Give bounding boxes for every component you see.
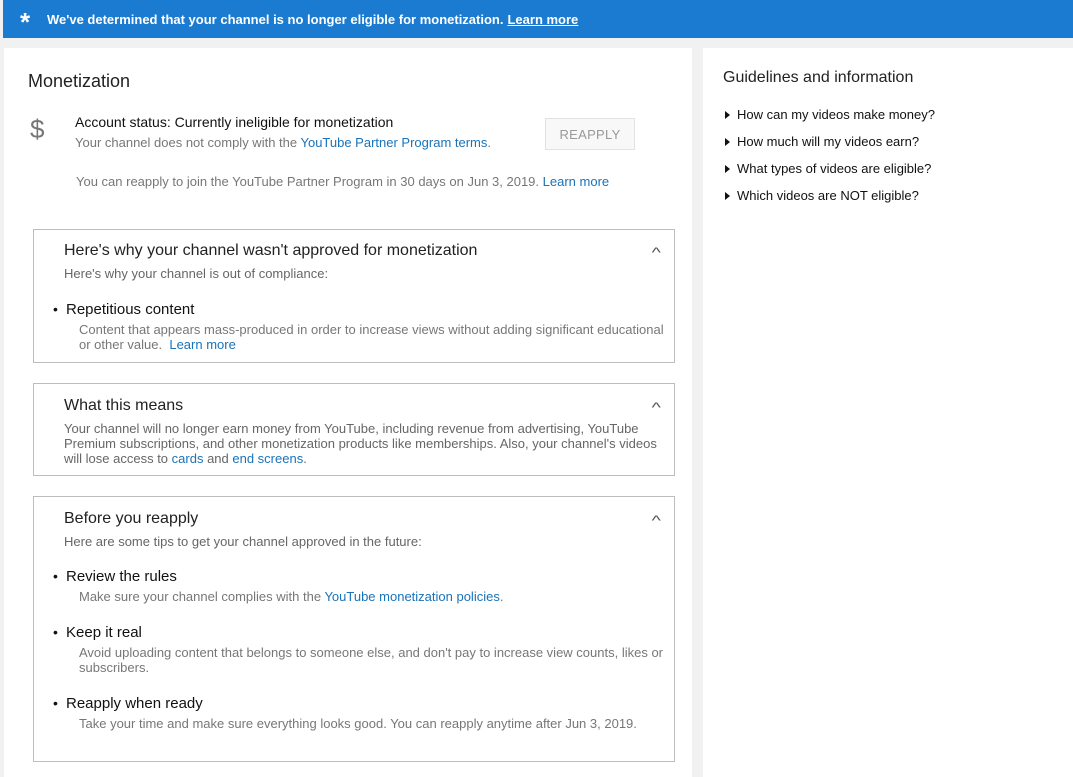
guidelines-panel: Guidelines and information How can my vi… — [703, 48, 1073, 777]
reapply-button[interactable]: REAPPLY — [545, 118, 635, 150]
means-text: Your channel will no longer earn money f… — [64, 421, 657, 466]
tip-description: Avoid uploading content that belongs to … — [79, 645, 664, 675]
tip-description-period: . — [499, 589, 504, 604]
monetization-policies-link[interactable]: YouTube monetization policies — [324, 589, 499, 604]
guideline-item[interactable]: Which videos are NOT eligible? — [725, 188, 919, 203]
guideline-item[interactable]: How much will my videos earn? — [725, 134, 919, 149]
before-card-subtitle: Here are some tips to get your channel a… — [64, 534, 422, 549]
account-status: Account status: Currently ineligible for… — [75, 114, 394, 130]
reason-title: Repetitious content — [53, 301, 194, 318]
tip-title: Review the rules — [53, 568, 177, 585]
reason-learn-more-link[interactable]: Learn more — [169, 337, 235, 352]
guideline-item-label: How much will my videos earn? — [737, 134, 920, 149]
tip-description: Take your time and make sure everything … — [79, 716, 637, 731]
end-screens-link[interactable]: end screens — [232, 451, 303, 466]
banner-text: We've determined that your channel is no… — [47, 11, 504, 27]
before-reapply-card: Before you reapply ^ Here are some tips … — [33, 496, 675, 762]
banner-learn-more-link[interactable]: Learn more — [507, 12, 578, 27]
dollar-icon: $ — [30, 114, 45, 144]
means-card-title: What this means — [64, 397, 184, 414]
means-card-text: Your channel will no longer earn money f… — [64, 421, 664, 466]
what-this-means-card: What this means ^ Your channel will no l… — [33, 383, 675, 476]
asterisk-icon: * — [19, 7, 31, 37]
status-detail-period: . — [487, 135, 492, 150]
monetization-panel: Monetization $ Account status: Currently… — [4, 48, 692, 777]
chevron-up-icon[interactable]: ^ — [652, 512, 661, 528]
why-card-subtitle: Here's why your channel is out of compli… — [64, 266, 329, 281]
cards-link[interactable]: cards — [172, 451, 204, 466]
guideline-item[interactable]: What types of videos are eligible? — [725, 161, 931, 176]
why-not-approved-card: Here's why your channel wasn't approved … — [33, 229, 675, 363]
caret-right-icon — [725, 138, 730, 146]
page-title: Monetization — [28, 71, 131, 91]
guideline-item-label: What types of videos are eligible? — [737, 161, 932, 176]
partner-program-terms-link[interactable]: YouTube Partner Program terms — [300, 135, 487, 150]
tip-description-text: Make sure your channel complies with the — [79, 589, 325, 604]
caret-right-icon — [725, 165, 730, 173]
chevron-up-icon[interactable]: ^ — [652, 244, 661, 260]
guideline-item-label: How can my videos make money? — [737, 107, 935, 122]
eligibility-banner: * We've determined that your channel is … — [3, 0, 1073, 38]
chevron-up-icon[interactable]: ^ — [652, 399, 661, 415]
tip-description: Make sure your channel complies with the… — [79, 589, 669, 604]
guideline-item-label: Which videos are NOT eligible? — [737, 188, 919, 203]
means-text-period: . — [303, 451, 307, 466]
tip-title: Reapply when ready — [53, 695, 203, 712]
guidelines-title: Guidelines and information — [723, 69, 914, 86]
reason-description-text: Content that appears mass-produced in or… — [79, 322, 664, 352]
guideline-item[interactable]: How can my videos make money? — [725, 107, 935, 122]
means-text-and: and — [203, 451, 233, 466]
tip-title: Keep it real — [53, 624, 142, 641]
account-status-detail: Your channel does not comply with the Yo… — [75, 135, 491, 150]
reapply-note: You can reapply to join the YouTube Part… — [76, 174, 609, 189]
reason-description: Content that appears mass-produced in or… — [79, 322, 669, 352]
caret-right-icon — [725, 192, 730, 200]
status-detail-text: Your channel does not comply with the — [75, 135, 301, 150]
reapply-learn-more-link[interactable]: Learn more — [543, 174, 609, 189]
caret-right-icon — [725, 111, 730, 119]
reapply-note-text: You can reapply to join the YouTube Part… — [76, 174, 540, 189]
why-card-title: Here's why your channel wasn't approved … — [64, 242, 478, 259]
before-card-title: Before you reapply — [64, 510, 199, 527]
